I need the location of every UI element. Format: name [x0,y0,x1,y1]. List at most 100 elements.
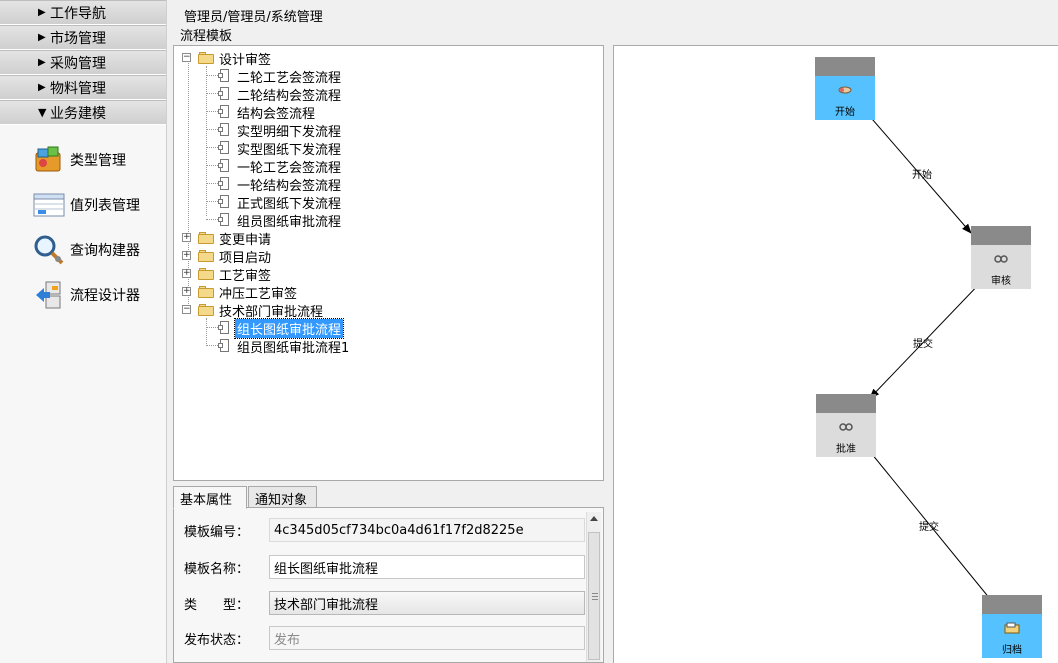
workflow-template-icon [218,87,230,101]
archive-icon [1004,622,1020,634]
edge-label-submit: 提交 [913,339,933,350]
properties-panel: 基本属性 通知对象 模板编号： 4c345d05cf734bc0a4d61f17… [173,486,604,663]
breadcrumb: 管理员/管理员/系统管理 [184,10,323,25]
expand-toggle-icon[interactable]: + [182,251,191,260]
field-label: 模板编号： [184,524,250,540]
tree-item-label: 实型明细下发流程 [237,124,342,140]
tree-group-label: 变更申请 [219,232,272,248]
workflow-node-archive[interactable]: 归档 [982,595,1042,658]
nav-item-value-list-management[interactable]: 值列表管理 [0,182,166,227]
flow-designer-icon [32,278,66,312]
nav-header-business-modeling[interactable]: ▼ 业务建模 [0,100,166,125]
workflow-edges [865,111,996,606]
nav-header-material-management[interactable]: ▶ 物料管理 [0,75,166,100]
expand-toggle-icon[interactable]: + [182,233,191,242]
expand-toggle-icon[interactable]: + [182,287,191,296]
template-name-field[interactable]: 组长图纸审批流程 [269,555,585,579]
field-label: 发布状态： [184,632,250,648]
properties-scrollbar[interactable] [586,512,601,662]
tree-group-label: 设计审签 [219,53,272,68]
scroll-thumb[interactable] [588,532,600,660]
nav-header-market-management[interactable]: ▶ 市场管理 [0,25,166,50]
tree-group-label: 冲压工艺审签 [219,286,298,302]
collapse-toggle-icon[interactable]: − [182,53,191,62]
workflow-node-start[interactable]: 开始 [815,57,875,120]
tree-group-label: 项目启动 [219,250,272,266]
tree-item-label: 结构会签流程 [237,106,316,122]
field-type: 类 型： 技术部门审批流程 [184,591,585,615]
tree-item-label: 组长图纸审批流程 [233,317,345,339]
expand-toggle-icon[interactable]: + [182,269,191,278]
expand-arrow-icon: ▶ [38,82,46,93]
expand-arrow-icon: ▶ [38,7,46,18]
field-label: 模板名称： [184,561,250,577]
node-label: 批准 [836,444,856,455]
tree-item-label: 正式图纸下发流程 [237,196,342,212]
review-icon [993,253,1009,265]
workflow-template-icon [218,69,230,83]
folder-open-icon [198,52,214,64]
tab-notification-targets[interactable]: 通知对象 [248,486,317,508]
workflow-template-icon [218,141,230,155]
tree-group-label: 技术部门审批流程 [219,304,324,320]
nav-header-purchase-management[interactable]: ▶ 采购管理 [0,50,166,75]
scroll-up-arrow-icon[interactable] [590,516,598,521]
workflow-template-icon [218,177,230,191]
field-publish-status: 发布状态： 发布 [184,626,585,650]
publish-status-field[interactable]: 发布 [269,626,585,650]
node-label: 归档 [1002,645,1022,656]
type-select[interactable]: 技术部门审批流程 [269,591,585,615]
workflow-node-review[interactable]: 审核 [971,226,1031,289]
approve-icon [838,421,854,433]
tree-item-label: 一轮结构会签流程 [237,178,342,194]
nav-header-label: 业务建模 [50,105,106,122]
tab-basic-properties[interactable]: 基本属性 [173,486,247,509]
folder-icon [198,232,214,244]
folder-icon [198,286,214,298]
edge-label-submit: 提交 [919,522,939,533]
nav-header-label: 物料管理 [50,80,106,97]
nav-item-type-management[interactable]: 类型管理 [0,137,166,182]
nav-header-label: 采购管理 [50,55,106,72]
nav-item-query-builder[interactable]: 查询构建器 [0,227,166,272]
workflow-template-icon [218,123,230,137]
nav-item-label: 值列表管理 [70,197,140,214]
field-template-name: 模板名称： 组长图纸审批流程 [184,555,585,579]
nav-header-label: 工作导航 [50,5,106,22]
tree-item-label: 组员图纸审批流程1 [237,340,350,356]
nav-header-work-navigation[interactable]: ▶ 工作导航 [0,0,166,25]
workflow-template-icon [218,195,230,209]
type-management-icon [32,143,66,177]
collapse-arrow-icon: ▼ [38,106,47,119]
expand-arrow-icon: ▶ [38,32,46,43]
grip-icon [592,593,598,600]
node-label: 开始 [835,107,855,118]
folder-open-icon [198,304,214,316]
template-panel-title: 流程模板 [180,29,233,44]
workflow-template-icon [218,321,230,335]
field-label: 类 型： [184,597,250,613]
folder-icon [198,268,214,280]
tree-item-label: 二轮结构会签流程 [237,88,342,104]
nav-item-label: 流程设计器 [70,287,140,304]
workflow-node-approve[interactable]: 批准 [816,394,876,457]
field-template-id: 模板编号： 4c345d05cf734bc0a4d61f17f2d8225e [184,518,585,542]
template-id-field[interactable]: 4c345d05cf734bc0a4d61f17f2d8225e [269,518,585,542]
query-builder-icon [32,233,66,267]
workflow-template-icon [218,105,230,119]
edge-label-start: 开始 [912,170,932,181]
nav-item-label: 类型管理 [70,152,126,169]
workflow-canvas[interactable]: 开始 提交 提交 开始 审核 批准 归档 [613,45,1058,663]
workflow-template-icon [218,159,230,173]
workflow-template-icon [218,213,230,227]
nav-item-label: 查询构建器 [70,242,140,259]
start-icon [837,84,853,96]
left-navigation: ▶ 工作导航 ▶ 市场管理 ▶ 采购管理 ▶ 物料管理 ▼ 业务建模 类型管理 … [0,0,167,663]
nav-item-flow-designer[interactable]: 流程设计器 [0,272,166,317]
tree-item-label: 实型图纸下发流程 [237,142,342,158]
value-list-icon [32,188,66,222]
tree-item-label: 二轮工艺会签流程 [237,70,342,86]
node-label: 审核 [991,276,1011,287]
template-tree: − 设计审签 二轮工艺会签流程 二轮结构会签流程 结构会签流程 实型明细下发流程… [173,45,604,481]
collapse-toggle-icon[interactable]: − [182,305,191,314]
